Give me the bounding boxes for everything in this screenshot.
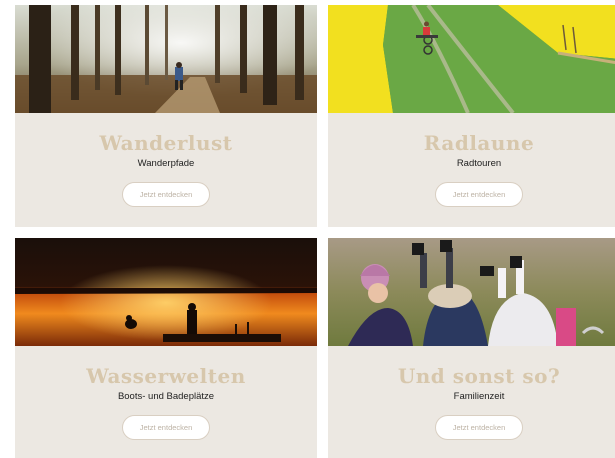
discover-button[interactable]: Jetzt entdecken xyxy=(435,415,523,440)
card-subtitle: Boots- und Badeplätze xyxy=(117,391,215,402)
card-wasserwelten[interactable]: Wasserwelten Boots- und Badeplätze Jetzt… xyxy=(15,238,317,458)
children-lying-grass-photo[interactable] xyxy=(328,238,615,346)
field-cyclist-photo[interactable] xyxy=(328,5,615,113)
card-title: Wanderlust xyxy=(99,131,233,155)
card-wanderlust[interactable]: Wanderlust Wanderpfade Jetzt entdecken xyxy=(15,5,317,227)
card-und-sonst-so[interactable]: Und sonst so? Familienzeit Jetzt entdeck… xyxy=(328,238,615,458)
card-subtitle: Radtouren xyxy=(456,158,502,169)
lake-sunset-photo[interactable] xyxy=(15,238,317,346)
card-title: Wasserwelten xyxy=(86,364,246,388)
discover-button[interactable]: Jetzt entdecken xyxy=(122,415,210,440)
discover-button[interactable]: Jetzt entdecken xyxy=(435,182,523,207)
card-title: Und sonst so? xyxy=(397,364,561,388)
card-subtitle: Familienzeit xyxy=(453,391,505,402)
discover-button[interactable]: Jetzt entdecken xyxy=(122,182,210,207)
card-title: Radlaune xyxy=(423,131,535,155)
card-radlaune[interactable]: Radlaune Radtouren Jetzt entdecken xyxy=(328,5,615,227)
card-subtitle: Wanderpfade xyxy=(137,158,195,169)
forest-hiker-photo[interactable] xyxy=(15,5,317,113)
